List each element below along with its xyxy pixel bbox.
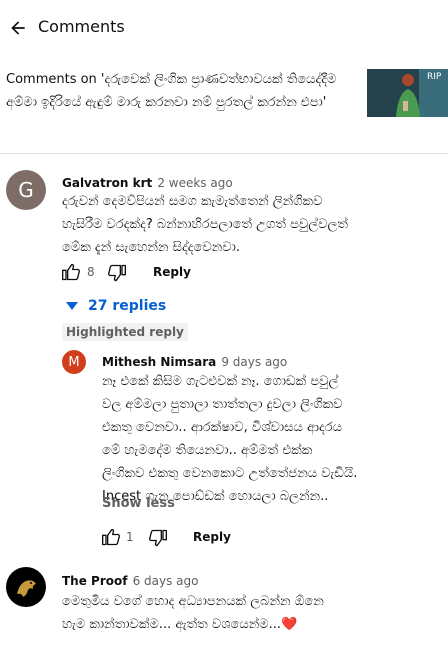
like-count: 1 bbox=[126, 530, 134, 544]
comment-line-wrap: හැම කාන්තාවක්ම... ඇත්ත වශයෙන්ම...❤️ bbox=[62, 613, 442, 636]
video-thumbnail[interactable]: RIP bbox=[367, 69, 448, 117]
reply-button[interactable]: Reply bbox=[153, 265, 191, 279]
reply-line: වල අම්මලා පුතාලා තාත්තලා දුවලා ලිංගිකව bbox=[102, 397, 343, 412]
comment-line: හැම කාන්තාවක්ම... ඇත්ත වශයෙන්ම... bbox=[62, 617, 282, 632]
comment-author[interactable]: Galvatron krt bbox=[62, 176, 152, 190]
comment-line: හැසිරීම වරදක්ද? බන්නාහිරපලාතේ උගත් පවුල්… bbox=[62, 217, 348, 232]
video-header: Comments on 'දරුවෙක් ලිංගික ප්‍රාණවත්භාව… bbox=[0, 56, 448, 154]
reply-line: මේ හැමදේම තියෙනවා.. අම්මත් එක්ක bbox=[102, 443, 313, 458]
replies-toggle[interactable]: 27 replies bbox=[66, 296, 166, 316]
comment-age: 2 weeks ago bbox=[157, 176, 233, 190]
video-title: Comments on 'දරුවෙක් ලිංගික ප්‍රාණවත්භාව… bbox=[6, 72, 337, 110]
avatar[interactable]: G bbox=[6, 170, 46, 210]
like-icon[interactable] bbox=[100, 526, 122, 548]
highlighted-reply-badge: Highlighted reply bbox=[62, 323, 188, 341]
comment-age: 6 days ago bbox=[132, 574, 199, 588]
reply-author[interactable]: Mithesh Nimsara bbox=[102, 355, 216, 369]
reply-line: එකතු වෙනවා.. ආරක්ෂාව, විශ්වාසය ආදරය bbox=[102, 420, 342, 435]
reply-header: Mithesh Nimsara 9 days ago bbox=[102, 351, 287, 370]
divider bbox=[0, 153, 448, 154]
like-icon[interactable] bbox=[60, 261, 82, 283]
thumbnail-text: RIP bbox=[427, 72, 442, 82]
comment-text: දරුවන් දෙමව්පියන් සමග කැමැත්තෙන් ලින්ගික… bbox=[62, 190, 442, 259]
comment-author[interactable]: The Proof bbox=[62, 574, 127, 588]
replies-count: 27 replies bbox=[88, 298, 167, 314]
comment-header: Galvatron krt 2 weeks ago bbox=[62, 172, 233, 191]
reply-avatar[interactable]: M bbox=[62, 350, 86, 374]
reply-line: නෑ එකේ කිසිම ගැටළුවක් නෑ. ගොඩක් පවුල් bbox=[102, 374, 339, 389]
page-title: Comments bbox=[38, 17, 125, 36]
comment-line: මෙතුමිය වගේ හොද අධ්‍යාපනයක් ලබන්න ඕනෙ bbox=[62, 594, 324, 609]
heart-emoji: ❤️ bbox=[281, 617, 298, 632]
comment-line: මේක දැන් සැහෙන්න සිද්දවෙනවා. bbox=[62, 240, 241, 255]
comment-header: The Proof 6 days ago bbox=[62, 570, 198, 589]
avatar[interactable] bbox=[6, 567, 46, 607]
top-bar: Comments bbox=[0, 0, 448, 56]
reply-button[interactable]: Reply bbox=[193, 530, 231, 544]
comment-text: මෙතුමිය වගේ හොද අධ්‍යාපනයක් ලබන්න ඕනෙ හැ… bbox=[62, 590, 442, 636]
dislike-icon[interactable] bbox=[147, 527, 169, 549]
like-count: 8 bbox=[87, 265, 95, 279]
reply-line: ලිංගිකව එකතු වෙනකොට උත්තේජනය වැඩියි. bbox=[102, 466, 358, 481]
reply-text: නෑ එකේ කිසිම ගැටළුවක් නෑ. ගොඩක් පවුල් වල… bbox=[102, 370, 422, 508]
reply-age: 9 days ago bbox=[221, 355, 288, 369]
caret-down-icon bbox=[66, 302, 78, 310]
show-less-link[interactable]: Show less bbox=[102, 496, 175, 511]
back-arrow-icon[interactable] bbox=[4, 14, 32, 42]
comment-line: දරුවන් දෙමව්පියන් සමග කැමැත්තෙන් ලින්ගික… bbox=[62, 194, 323, 209]
dislike-icon[interactable] bbox=[106, 262, 128, 284]
